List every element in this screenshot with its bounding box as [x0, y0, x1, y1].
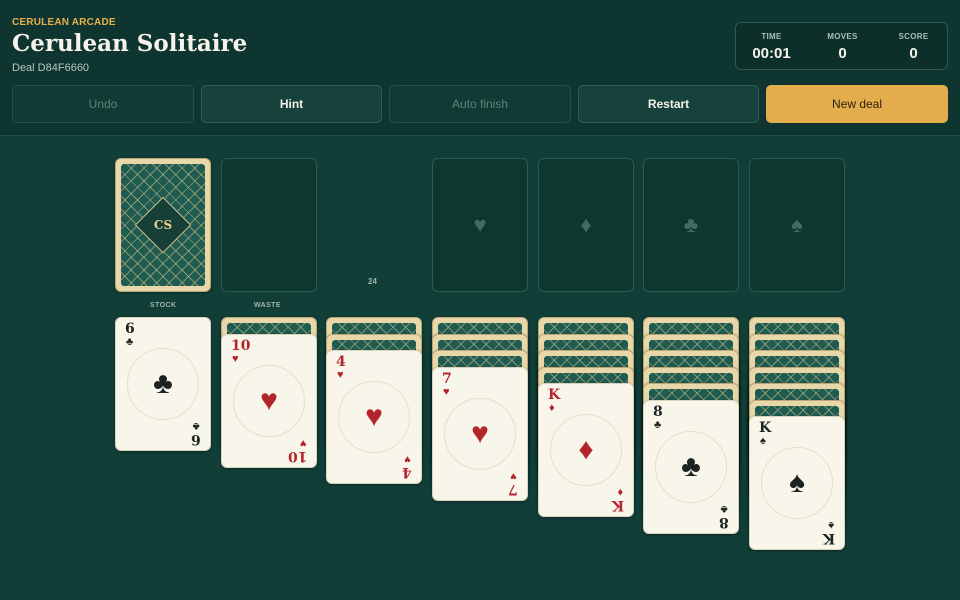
tableau-card[interactable]: 4 ♥ ♥ 4 ♥ [326, 350, 422, 484]
suit-icon: ♦ [550, 414, 622, 486]
card-rank: K [759, 420, 772, 436]
suit-icon: ♠ [760, 435, 766, 447]
hint-button[interactable]: Hint [201, 85, 382, 123]
card-corner-bottom: 4 ♥ [402, 453, 412, 480]
card-rank: K [822, 530, 835, 546]
tableau-card[interactable]: 6 ♣ ♣ 6 ♣ [115, 317, 211, 451]
suit-icon: ♥ [232, 352, 239, 365]
card-corner-bottom: 10 ♥ [287, 436, 307, 464]
tableau-card[interactable]: 8 ♣ ♣ 8 ♣ [643, 399, 739, 534]
suit-icon: ♥ [443, 385, 450, 398]
new-deal-button[interactable]: New deal [766, 85, 948, 123]
stat-score-value: 0 [909, 45, 918, 62]
stock-pile[interactable]: CS [115, 158, 211, 292]
brand-label: CERULEAN ARCADE [12, 17, 116, 28]
card-corner-bottom: K ♦ [611, 486, 624, 513]
card-rank: 4 [336, 354, 346, 370]
suit-icon: ♣ [192, 420, 200, 432]
tableau-card[interactable]: 7 ♥ ♥ 7 ♥ [432, 366, 528, 501]
suit-icon: ♠ [761, 447, 833, 519]
suit-icon: ♦ [617, 486, 623, 498]
stat-moves-value: 0 [838, 45, 847, 62]
tableau-card[interactable]: 10 ♥ ♥ 10 ♥ [221, 333, 317, 468]
card-rank: 6 [191, 431, 201, 447]
card-rank: 8 [653, 403, 663, 420]
suit-icon: ♣ [655, 430, 727, 503]
card-back-emblem-text: CS [153, 218, 173, 232]
stock-count: 24 [368, 277, 377, 286]
foundation-clubs[interactable]: ♣ [643, 158, 739, 292]
card-rank: 7 [442, 370, 452, 387]
stat-time: TIME 00:01 [736, 23, 807, 71]
restart-button[interactable]: Restart [578, 85, 759, 123]
stats-panel: TIME 00:01 MOVES 0 SCORE 0 [735, 22, 948, 70]
card-rank: K [611, 497, 624, 513]
tableau-card[interactable]: K ♠ ♠ K ♠ [749, 416, 845, 550]
heart-icon: ♥ [473, 212, 487, 237]
undo-button[interactable]: Undo [12, 85, 194, 123]
card-corner-bottom: 8 ♣ [719, 502, 729, 530]
foundation-hearts[interactable]: ♥ [432, 158, 528, 292]
club-icon: ♣ [683, 212, 699, 237]
stat-time-label: TIME [761, 32, 782, 41]
suit-icon: ♥ [233, 364, 305, 437]
card-back-pattern: CS [121, 164, 205, 286]
stat-moves-label: MOVES [827, 32, 858, 41]
card-corner-bottom: 7 ♥ [508, 469, 518, 497]
card-rank: 6 [125, 321, 135, 337]
suit-icon: ♥ [510, 469, 517, 482]
stat-score: SCORE 0 [878, 23, 949, 71]
stock-label: STOCK [150, 302, 177, 309]
suit-icon: ♣ [126, 336, 134, 348]
suit-icon: ♥ [404, 453, 411, 465]
card-rank: 10 [287, 447, 307, 464]
waste-pile[interactable] [221, 158, 317, 292]
stat-score-label: SCORE [898, 32, 929, 41]
suit-icon: ♦ [549, 402, 555, 414]
waste-label: WASTE [254, 302, 281, 309]
suit-icon: ♥ [337, 369, 344, 381]
stat-time-value: 00:01 [752, 45, 791, 62]
foundation-diamonds[interactable]: ♦ [538, 158, 634, 292]
suit-icon: ♣ [127, 348, 199, 420]
diamond-icon: ♦ [580, 212, 592, 237]
suit-icon: ♥ [299, 436, 306, 449]
suit-icon: ♣ [720, 502, 728, 515]
deal-id: Deal D84F6660 [12, 62, 90, 74]
card-corner-bottom: K ♠ [822, 519, 835, 546]
suit-icon: ♥ [338, 381, 410, 453]
suit-icon: ♥ [444, 397, 516, 470]
card-rank: 4 [402, 464, 412, 480]
top-bar: CERULEAN ARCADE Cerulean Solitaire Deal … [0, 0, 960, 136]
suit-icon: ♠ [828, 519, 834, 531]
card-rank: 10 [231, 337, 251, 354]
stat-moves: MOVES 0 [807, 23, 878, 71]
suit-icon: ♣ [654, 418, 662, 431]
spade-icon: ♠ [791, 212, 803, 237]
card-rank: 7 [508, 480, 518, 497]
page-title: Cerulean Solitaire [12, 30, 248, 57]
card-rank: 8 [719, 513, 729, 530]
auto-finish-button[interactable]: Auto finish [389, 85, 571, 123]
card-rank: K [548, 387, 561, 403]
card-corner-bottom: 6 ♣ [191, 420, 201, 447]
foundation-spades[interactable]: ♠ [749, 158, 845, 292]
tableau-card[interactable]: K ♦ ♦ K ♦ [538, 383, 634, 517]
